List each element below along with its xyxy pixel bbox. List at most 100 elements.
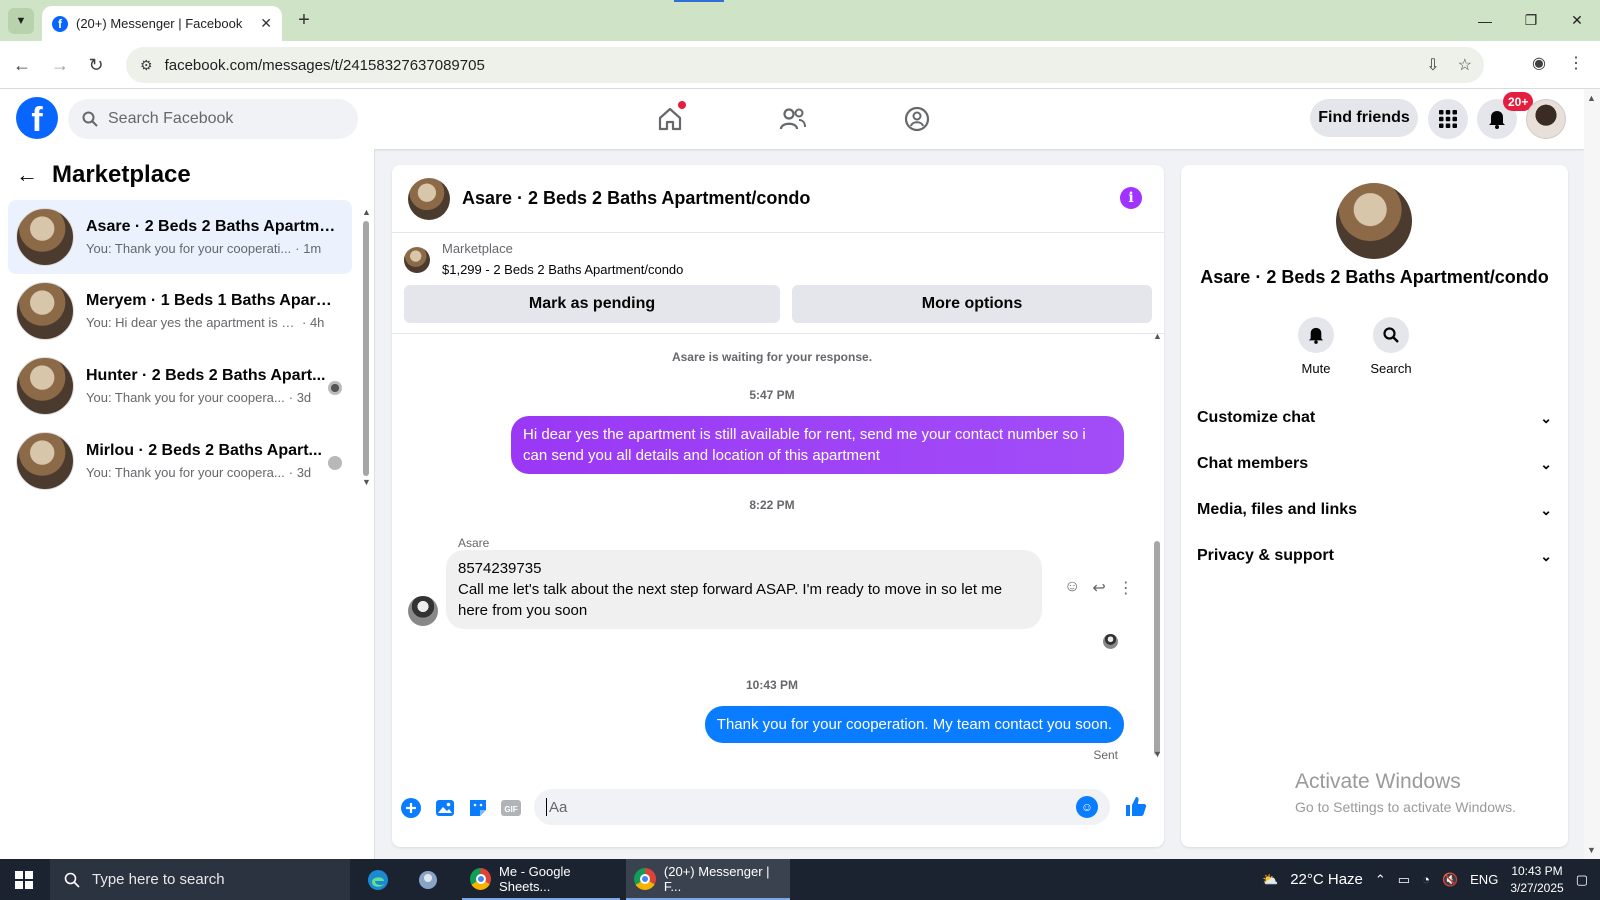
- scroll-down-icon[interactable]: ▼: [362, 477, 371, 487]
- new-tab-icon[interactable]: +: [292, 9, 316, 32]
- nav-home[interactable]: [650, 99, 690, 139]
- back-icon[interactable]: ←: [10, 53, 34, 77]
- chat-members-section[interactable]: Chat members ⌄: [1197, 444, 1552, 484]
- tab-search-dropdown-icon[interactable]: ▼: [8, 8, 34, 34]
- more-actions-icon[interactable]: ⋮: [1118, 578, 1134, 598]
- conversation-item[interactable]: Meryem · 1 Beds 1 Baths Apartm... You: H…: [8, 274, 352, 348]
- chat-scrollbar[interactable]: ▲ ▼: [1152, 331, 1162, 765]
- notifications-center-icon[interactable]: ▢: [1576, 872, 1588, 888]
- find-friends-button[interactable]: Find friends: [1310, 99, 1418, 137]
- scroll-up-icon[interactable]: ▲: [1153, 331, 1162, 341]
- reload-icon[interactable]: ↻: [84, 53, 108, 77]
- edge-icon[interactable]: [354, 859, 402, 900]
- more-options-button[interactable]: More options: [792, 285, 1152, 323]
- incoming-text: Call me let's talk about the next step f…: [458, 581, 1003, 619]
- restore-icon[interactable]: ❐: [1508, 0, 1554, 41]
- conversation-name: Asare · 2 Beds 2 Baths Apartme...: [86, 218, 336, 235]
- conversation-avatar: [16, 208, 74, 266]
- weather-icon[interactable]: ⛅: [1262, 872, 1278, 888]
- scroll-down-icon[interactable]: ▼: [1153, 749, 1162, 759]
- chat-panel: Asare · 2 Beds 2 Baths Apartment/condo i…: [392, 165, 1164, 847]
- listing-thumbnail: [404, 247, 430, 273]
- back-arrow-icon[interactable]: ←: [16, 162, 38, 188]
- account-avatar[interactable]: [1526, 99, 1566, 139]
- start-button[interactable]: [0, 859, 48, 900]
- battery-icon[interactable]: ▭: [1398, 872, 1410, 888]
- waiting-note: Asare is waiting for your response.: [671, 350, 873, 364]
- scroll-thumb[interactable]: [363, 221, 369, 476]
- pinned-app-icon[interactable]: [404, 859, 452, 900]
- conversation-item[interactable]: Asare · 2 Beds 2 Baths Apartme... You: T…: [8, 200, 352, 274]
- volume-muted-icon[interactable]: 🔇: [1442, 872, 1458, 888]
- mute-label: Mute: [1301, 361, 1331, 376]
- site-info-icon[interactable]: ⚙: [140, 57, 153, 74]
- conversation-item[interactable]: Hunter · 2 Beds 2 Baths Apart... You: Th…: [8, 349, 352, 423]
- emoji-picker-icon[interactable]: ☺: [1076, 796, 1098, 818]
- mute-button[interactable]: Mute: [1286, 317, 1346, 376]
- info-avatar[interactable]: [1336, 183, 1412, 259]
- chevron-down-icon: ⌄: [1540, 547, 1552, 564]
- chat-avatar[interactable]: [408, 177, 450, 220]
- close-window-icon[interactable]: ✕: [1554, 0, 1600, 41]
- chat-title[interactable]: Asare · 2 Beds 2 Baths Apartment/condo: [462, 188, 810, 209]
- conversation-preview: You: Thank you for your cooperati...: [86, 241, 292, 256]
- close-tab-icon[interactable]: ✕: [260, 15, 272, 32]
- browser-tabstrip: ▼ f (20+) Messenger | Facebook ✕ + — ❐ ✕: [0, 0, 1600, 41]
- weather-text[interactable]: 22°C Haze: [1290, 871, 1363, 888]
- conversation-time: · 3d: [288, 390, 312, 405]
- nav-groups[interactable]: [897, 99, 937, 139]
- search-facebook-input[interactable]: Search Facebook: [68, 99, 358, 139]
- scroll-down-icon[interactable]: ▼: [1587, 845, 1596, 855]
- react-emoji-icon[interactable]: ☺: [1064, 578, 1080, 598]
- address-bar[interactable]: ⚙ facebook.com/messages/t/24158327637089…: [126, 47, 1484, 83]
- sent-status: Sent: [1093, 748, 1118, 762]
- taskbar-app-google-sheets[interactable]: Me - Google Sheets...: [462, 859, 620, 900]
- sender-avatar[interactable]: [408, 596, 438, 626]
- message-input[interactable]: Aa ☺: [534, 789, 1110, 825]
- page-scrollbar[interactable]: ▲ ▼: [1584, 89, 1600, 859]
- sidebar-scrollbar[interactable]: ▲ ▼: [362, 207, 371, 487]
- thumbs-up-like-icon[interactable]: [1124, 795, 1148, 825]
- section-label: Media, files and links: [1197, 501, 1358, 518]
- privacy-support-section[interactable]: Privacy & support ⌄: [1197, 536, 1552, 576]
- taskbar-search-box[interactable]: Type here to search: [50, 859, 350, 900]
- incoming-message[interactable]: 8574239735 Call me let's talk about the …: [446, 550, 1042, 629]
- search-conversation-button[interactable]: Search: [1361, 317, 1421, 376]
- network-icon[interactable]: ◔: [1422, 872, 1430, 887]
- scroll-thumb[interactable]: [1154, 541, 1160, 755]
- sticker-icon[interactable]: [467, 797, 489, 819]
- scroll-up-icon[interactable]: ▲: [362, 207, 371, 217]
- scroll-up-icon[interactable]: ▲: [1587, 93, 1596, 103]
- listing-detail: $1,299 - 2 Beds 2 Baths Apartment/condo: [442, 262, 684, 277]
- menu-grid-button[interactable]: [1428, 99, 1468, 139]
- outgoing-message[interactable]: Hi dear yes the apartment is still avail…: [511, 416, 1124, 474]
- listing-summary[interactable]: Marketplace $1,299 - 2 Beds 2 Baths Apar…: [404, 241, 683, 277]
- taskbar-app-messenger[interactable]: (20+) Messenger | F...: [626, 859, 790, 900]
- browser-tab-messenger[interactable]: f (20+) Messenger | Facebook ✕: [42, 6, 282, 41]
- reply-icon[interactable]: ↩: [1092, 578, 1105, 598]
- outgoing-message[interactable]: Thank you for your cooperation. My team …: [704, 706, 1124, 743]
- chrome-icon: [470, 867, 492, 890]
- profile-icon[interactable]: ◉: [1532, 53, 1546, 73]
- install-app-icon[interactable]: ⇩: [1426, 55, 1439, 75]
- gif-icon[interactable]: GIF: [500, 797, 522, 819]
- facebook-logo-icon[interactable]: f: [16, 97, 58, 139]
- attach-photo-icon[interactable]: [434, 797, 456, 819]
- minimize-icon[interactable]: —: [1462, 0, 1508, 41]
- mark-as-pending-button[interactable]: Mark as pending: [404, 285, 780, 323]
- taskbar-app-label: Me - Google Sheets...: [499, 863, 571, 894]
- conversation-item[interactable]: Mirlou · 2 Beds 2 Baths Apart... You: Th…: [8, 424, 352, 498]
- language-indicator[interactable]: ENG: [1470, 872, 1498, 887]
- bookmark-star-icon[interactable]: ☆: [1458, 55, 1472, 75]
- clock[interactable]: 10:43 PM 3/27/2025: [1510, 863, 1563, 897]
- nav-friends[interactable]: [773, 99, 813, 139]
- browser-menu-icon[interactable]: ⋮: [1568, 53, 1584, 73]
- home-icon: [658, 107, 682, 131]
- show-hidden-icons-icon[interactable]: ⌃: [1375, 872, 1386, 888]
- more-attachments-icon[interactable]: [400, 797, 422, 819]
- media-files-links-section[interactable]: Media, files and links ⌄: [1197, 490, 1552, 530]
- info-icon[interactable]: i: [1120, 187, 1142, 209]
- customize-chat-section[interactable]: Customize chat ⌄: [1197, 398, 1552, 438]
- forward-icon[interactable]: →: [48, 53, 72, 77]
- conversation-preview: You: Thank you for your coopera...: [86, 465, 285, 480]
